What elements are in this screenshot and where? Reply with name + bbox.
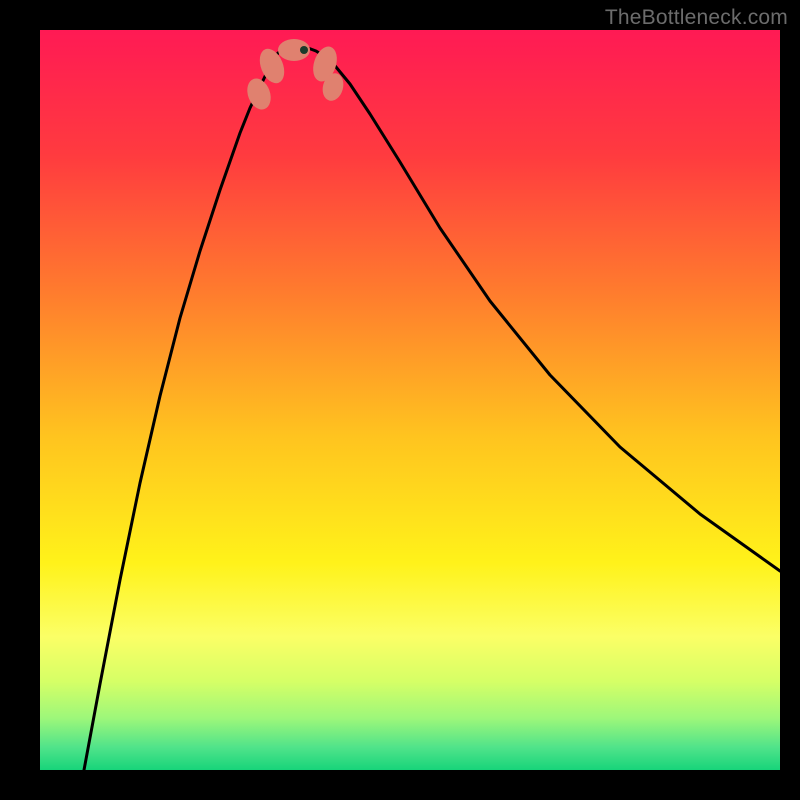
gradient-background <box>40 30 780 770</box>
watermark-text: TheBottleneck.com <box>605 6 788 30</box>
chart-frame: TheBottleneck.com <box>0 0 800 800</box>
chart-svg <box>40 30 780 770</box>
plot-area <box>40 30 780 770</box>
center-dot <box>300 46 308 54</box>
